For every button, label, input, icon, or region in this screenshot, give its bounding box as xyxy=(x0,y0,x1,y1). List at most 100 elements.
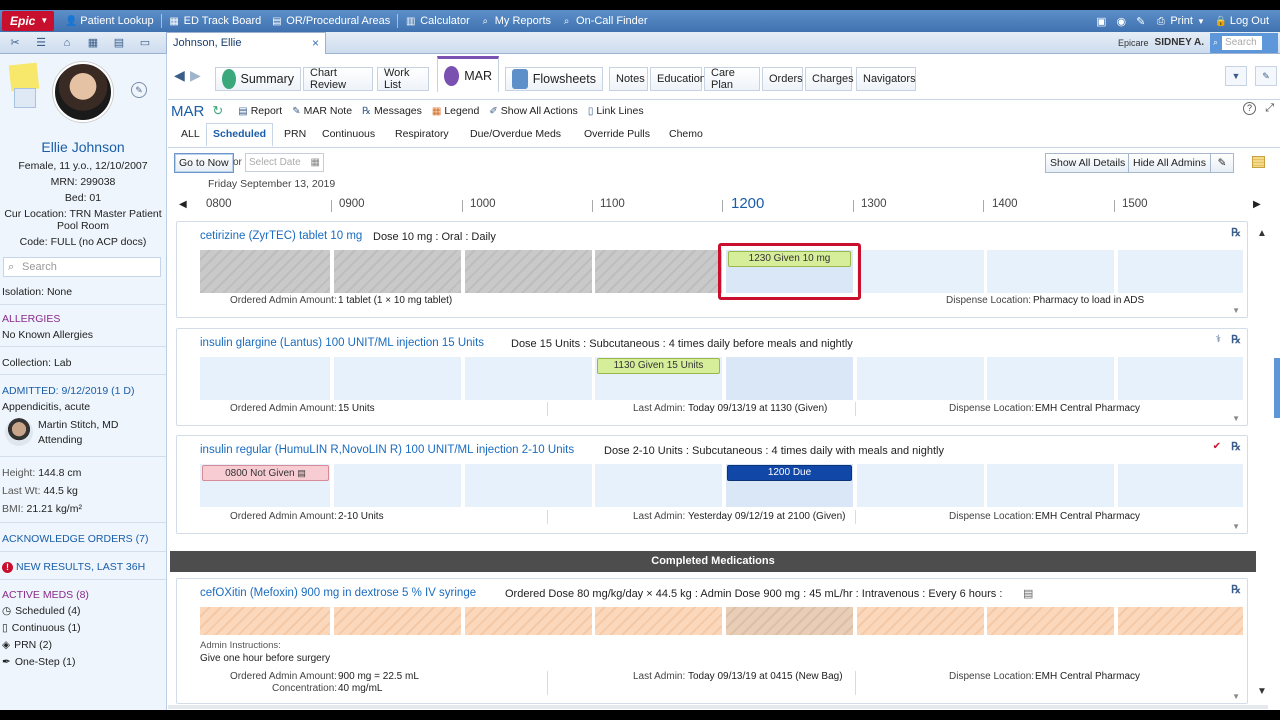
time-slot[interactable] xyxy=(987,357,1114,400)
time-slot[interactable] xyxy=(200,250,330,293)
mar-note-button[interactable]: ✎ MAR Note xyxy=(292,105,352,117)
filter-tab-respiratory[interactable]: Respiratory xyxy=(395,128,449,140)
patient-list-icon[interactable]: ▤ xyxy=(108,34,130,52)
time-slot[interactable] xyxy=(857,607,984,635)
time-slot[interactable] xyxy=(200,357,330,400)
med-name[interactable]: insulin glargine (Lantus) 100 UNIT/ML in… xyxy=(200,337,484,349)
admin-given-pill[interactable]: 1130 Given 15 Units xyxy=(597,358,720,374)
tab-education[interactable]: Education xyxy=(650,67,706,91)
med-card-cetirizine[interactable]: cetirizine (ZyrTEC) tablet 10 mg Dose 10… xyxy=(176,221,1248,318)
columns-icon[interactable] xyxy=(1252,156,1265,168)
med-name[interactable]: insulin regular (HumuLIN R,NovoLIN R) 10… xyxy=(200,444,574,456)
med-card-cefoxitin[interactable]: cefOXitin (Mefoxin) 900 mg in dextrose 5… xyxy=(176,578,1248,704)
messages-button[interactable]: ℞ Messages xyxy=(362,105,422,117)
show-all-details-button[interactable]: Show All Details xyxy=(1045,153,1131,173)
on-call-finder-button[interactable]: ⌕ On-Call Finder xyxy=(556,15,653,27)
time-slot[interactable] xyxy=(987,607,1114,635)
active-meds-scheduled[interactable]: ◷ Scheduled (4) xyxy=(2,605,81,617)
patient-avatar[interactable] xyxy=(53,62,113,122)
active-meds-heading[interactable]: ACTIVE MEDS (8) xyxy=(2,589,89,601)
time-slot[interactable] xyxy=(465,607,592,635)
time-slot[interactable] xyxy=(465,464,592,507)
time-slot[interactable] xyxy=(1118,357,1243,400)
insulin-icon[interactable]: ⚕ xyxy=(1216,334,1221,345)
edit-photo-icon[interactable]: ✎ xyxy=(131,82,147,98)
show-all-actions-button[interactable]: ✐ Show All Actions xyxy=(489,105,577,117)
select-date-input[interactable]: Select Date ▦ xyxy=(245,153,324,172)
filter-tab-chemo[interactable]: Chemo xyxy=(669,128,703,140)
scroll-up-icon[interactable]: ▲ xyxy=(1257,228,1267,239)
calculator-button[interactable]: ▥ Calculator xyxy=(400,15,475,27)
time-slot[interactable] xyxy=(1118,464,1243,507)
tab-work-list[interactable]: Work List xyxy=(377,67,429,91)
epic-menu-button[interactable]: Epic ▼ xyxy=(2,11,55,31)
tab-care-plan[interactable]: Care Plan xyxy=(704,67,760,91)
acknowledge-orders-link[interactable]: ACKNOWLEDGE ORDERS (7) xyxy=(2,533,148,545)
patient-lookup-button[interactable]: 👤 Patient Lookup xyxy=(60,15,158,27)
legend-button[interactable]: ▦ Legend xyxy=(432,105,480,117)
report-button[interactable]: ▤ Report xyxy=(238,105,282,117)
tab-orders[interactable]: Orders xyxy=(762,67,803,91)
my-reports-button[interactable]: ⌕ My Reports xyxy=(475,15,556,27)
tab-notes[interactable]: Notes xyxy=(609,67,648,91)
med-card-insulin-regular[interactable]: insulin regular (HumuLIN R,NovoLIN R) 10… xyxy=(176,435,1248,534)
forward-arrow-icon[interactable]: ▶ xyxy=(190,68,204,82)
time-slot[interactable] xyxy=(334,607,461,635)
expand-chevron-icon[interactable]: ▼ xyxy=(1232,414,1240,423)
expand-icon[interactable]: ⤢ xyxy=(1265,102,1274,115)
active-meds-continuous[interactable]: ▯ Continuous (1) xyxy=(2,622,81,634)
tab-flowsheets[interactable]: Flowsheets xyxy=(505,67,603,91)
refresh-icon[interactable]: ↻ xyxy=(212,103,226,119)
filter-tab-prn[interactable]: PRN xyxy=(284,128,306,140)
filter-tab-override-pulls[interactable]: Override Pulls xyxy=(584,128,650,140)
hide-all-admins-button[interactable]: Hide All Admins xyxy=(1128,153,1211,173)
filter-tab-due-overdue[interactable]: Due/Overdue Meds xyxy=(470,128,561,140)
time-slot[interactable] xyxy=(334,464,461,507)
timeline-back-arrow-icon[interactable]: ◀ xyxy=(179,199,187,210)
time-slot[interactable] xyxy=(857,357,984,400)
chart-tools-icon[interactable]: ✂ xyxy=(4,34,26,52)
time-slot[interactable] xyxy=(595,250,722,293)
patient-tab[interactable]: Johnson, Ellie × xyxy=(166,31,326,54)
allergies-heading[interactable]: ALLERGIES xyxy=(2,313,60,325)
admin-not-given-pill[interactable]: 0800 Not Given ▤ xyxy=(202,465,329,481)
patient-name[interactable]: Ellie Johnson xyxy=(0,139,166,155)
filter-tab-scheduled[interactable]: Scheduled xyxy=(206,123,274,147)
link-lines-button[interactable]: ▯ Link Lines xyxy=(588,105,644,117)
completed-medications-header[interactable]: Completed Medications xyxy=(170,551,1256,572)
attending-doctor[interactable]: Martin Stitch, MD xyxy=(38,419,119,431)
wrench-icon[interactable]: ✎ xyxy=(1255,66,1277,86)
notes-icon[interactable] xyxy=(14,88,36,108)
time-slot[interactable] xyxy=(200,607,330,635)
rx-icon[interactable]: ℞ xyxy=(1231,583,1241,596)
time-slot[interactable] xyxy=(465,357,592,400)
save-icon[interactable]: ▣ xyxy=(1091,15,1111,28)
inbox-icon[interactable]: ⌂ xyxy=(56,34,78,52)
tab-mar[interactable]: MAR xyxy=(437,56,499,92)
tab-navigators[interactable]: Navigators xyxy=(856,67,916,91)
document-icon[interactable]: ▤ xyxy=(1023,587,1033,600)
expand-chevron-icon[interactable]: ▼ xyxy=(1232,306,1240,315)
back-arrow-icon[interactable]: ◀ xyxy=(174,68,188,82)
epic-search-input[interactable]: Search xyxy=(1222,35,1263,50)
horizontal-scrollbar[interactable] xyxy=(168,705,1268,709)
admin-given-pill[interactable]: 1230 Given 10 mg xyxy=(728,251,851,267)
globe-icon[interactable]: ◉ xyxy=(1111,15,1131,28)
time-slot[interactable] xyxy=(595,464,722,507)
time-slot[interactable] xyxy=(1118,607,1243,635)
time-slot[interactable] xyxy=(857,464,984,507)
filter-tab-continuous[interactable]: Continuous xyxy=(322,128,375,140)
ed-track-board-button[interactable]: ▦ ED Track Board xyxy=(164,15,267,27)
verify-check-icon[interactable]: ✔ xyxy=(1213,441,1221,452)
calendar-icon[interactable]: ▦ xyxy=(311,154,320,171)
timeline-forward-arrow-icon[interactable]: ▶ xyxy=(1253,199,1261,210)
time-slot-current[interactable] xyxy=(726,607,853,635)
side-panel-handle[interactable] xyxy=(1274,358,1280,418)
expand-chevron-icon[interactable]: ▼ xyxy=(1232,692,1240,701)
med-card-insulin-glargine[interactable]: insulin glargine (Lantus) 100 UNIT/ML in… xyxy=(176,328,1248,426)
med-name[interactable]: cefOXitin (Mefoxin) 900 mg in dextrose 5… xyxy=(200,587,476,599)
close-icon[interactable]: × xyxy=(312,36,319,50)
scroll-down-icon[interactable]: ▼ xyxy=(1257,686,1267,697)
or-procedural-button[interactable]: ▤ OR/Procedural Areas xyxy=(266,15,395,27)
print-button[interactable]: ⎙ Print ▼ xyxy=(1150,15,1210,27)
